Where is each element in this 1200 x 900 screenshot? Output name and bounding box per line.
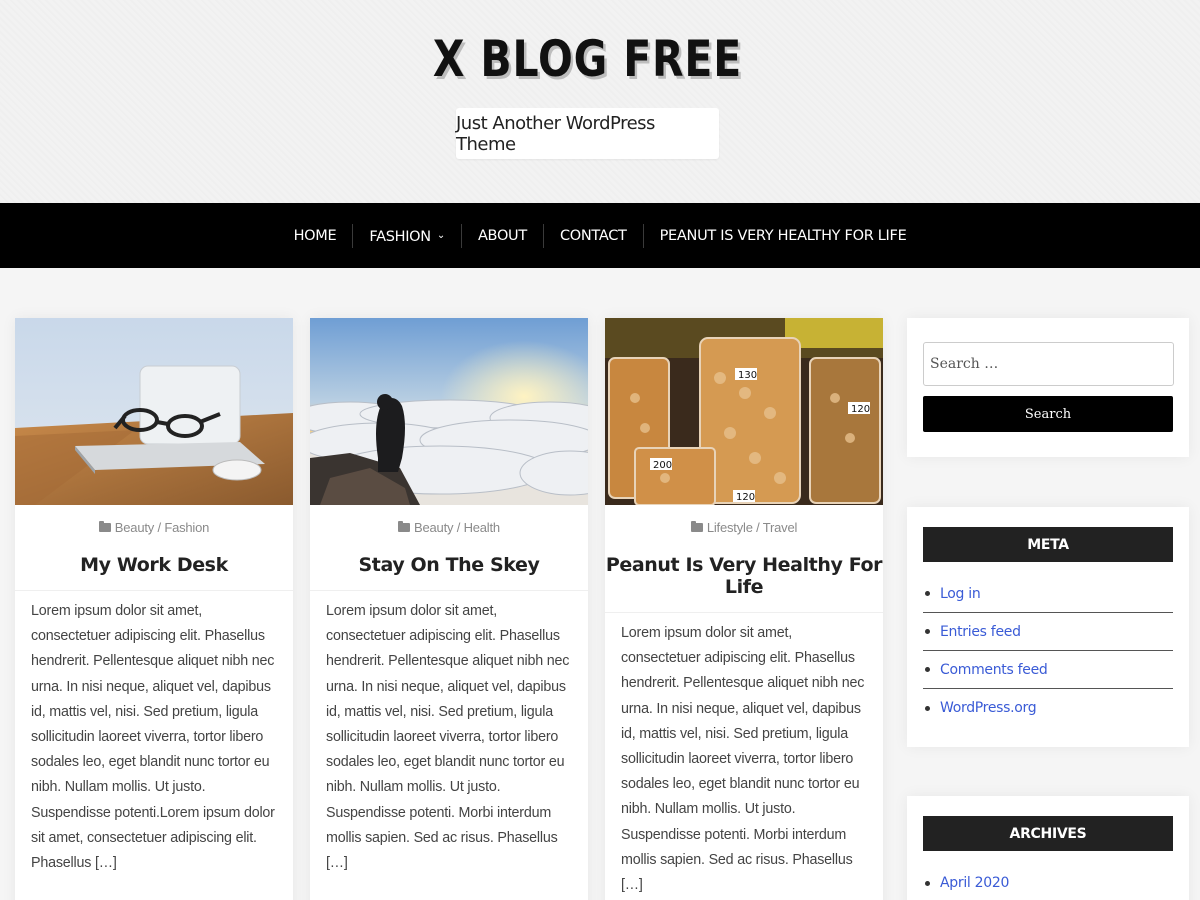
folder-icon [398,521,411,532]
post-card: Beauty / Fashion My Work Desk Lorem ipsu… [15,318,293,900]
price-tag: 130 [738,370,757,381]
nav-item-label: ABOUT [477,227,527,244]
nav-item-fashion[interactable]: FASHION ⌄ [352,223,461,248]
price-tag: 120 [736,492,755,503]
bullet-icon [925,629,930,634]
nav-item-label: FASHION [369,228,431,245]
site-header: X BLOG FREE Just Another WordPress Theme [0,0,1200,203]
post-categories: Beauty / Fashion [15,520,293,535]
nav-item-label: HOME [293,227,337,244]
site-title[interactable]: X BLOG FREE [106,30,1070,88]
bullet-icon [925,705,930,711]
bullet-icon [925,591,930,596]
meta-link-login[interactable]: Log in [940,586,981,602]
nav-item-about[interactable]: ABOUT [460,223,543,248]
archives-list: April 2020 [923,864,1173,900]
nav-item-home[interactable]: HOME [278,224,353,248]
widget-title-meta: META [923,527,1173,562]
folder-icon [98,521,111,532]
nav-item-label: PEANUT IS VERY HEALTHY FOR LIFE [659,227,907,244]
list-item: WordPress.org [923,689,1173,727]
search-button[interactable]: Search [923,396,1173,432]
post-thumbnail-clouds[interactable] [310,318,588,505]
list-item: Log in [923,575,1173,613]
post-excerpt: Lorem ipsum dolor sit amet, consectetuer… [326,603,570,872]
post-card: 130 120 200 120 Lifestyle / Travel Peanu… [605,318,883,900]
archive-link[interactable]: April 2020 [940,875,1009,891]
folder-icon [690,521,703,532]
meta-widget: META Log in Entries feed Comments feed W… [907,507,1189,747]
post-excerpt: Lorem ipsum dolor sit amet, consectetuer… [621,625,865,894]
widget-title-archives: ARCHIVES [923,816,1173,851]
chevron-down-icon: ⌄ [436,229,445,241]
post-excerpt: Lorem ipsum dolor sit amet, consectetuer… [31,603,275,872]
post-title[interactable]: My Work Desk [15,554,293,591]
category-link[interactable]: Travel [763,520,798,535]
category-link[interactable]: Beauty [115,520,154,535]
list-item: Comments feed [923,651,1173,689]
meta-link-entries-feed[interactable]: Entries feed [940,624,1021,640]
nav-item-label: CONTACT [559,227,627,244]
search-widget: Search … Search [907,318,1189,457]
nav-item-contact[interactable]: CONTACT [542,223,643,248]
category-link[interactable]: Health [464,520,501,535]
post-title[interactable]: Stay On The Skey [310,554,588,591]
category-link[interactable]: Lifestyle [707,520,753,535]
post-categories: Lifestyle / Travel [605,520,883,535]
main-nav: HOME FASHION ⌄ ABOUT CONTACT PEANUT IS VE… [0,203,1200,268]
bullet-icon [925,880,930,886]
site-description: Just Another WordPress Theme [456,108,719,159]
meta-link-wordpress-org[interactable]: WordPress.org [940,700,1037,716]
archives-widget: ARCHIVES April 2020 [907,796,1189,900]
search-input[interactable]: Search … [923,342,1174,386]
post-card: Beauty / Health Stay On The Skey Lorem i… [310,318,588,900]
post-thumbnail-nuts[interactable]: 130 120 200 120 [605,318,883,505]
post-categories: Beauty / Health [310,520,588,535]
meta-list: Log in Entries feed Comments feed WordPr… [923,575,1173,727]
search-placeholder: Search … [930,356,999,372]
category-link[interactable]: Beauty [414,520,453,535]
price-tag: 120 [851,404,870,415]
post-title[interactable]: Peanut Is Very Healthy For Life [605,554,883,613]
price-tag: 200 [653,460,672,471]
list-item: April 2020 [923,864,1173,900]
list-item: Entries feed [923,613,1173,651]
nav-item-peanut[interactable]: PEANUT IS VERY HEALTHY FOR LIFE [642,223,923,248]
category-link[interactable]: Fashion [164,520,209,535]
bullet-icon [925,667,930,672]
post-thumbnail-laptop-desk[interactable] [15,318,293,505]
meta-link-comments-feed[interactable]: Comments feed [940,662,1048,678]
